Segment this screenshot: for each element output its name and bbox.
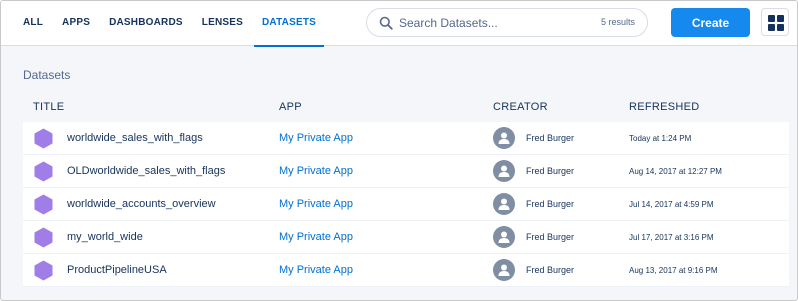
creator-name: Fred Burger: [526, 232, 575, 242]
refreshed-time: Aug 13, 2017 at 9:16 PM: [629, 266, 718, 275]
result-count: 5 results: [600, 17, 635, 27]
section-title: Datasets: [23, 68, 71, 82]
table-row[interactable]: OLDworldwide_sales_with_flags My Private…: [23, 155, 789, 188]
dataset-hexagon-icon: [33, 227, 54, 248]
tab-datasets[interactable]: DATASETS: [253, 1, 325, 47]
creator-name: Fred Burger: [526, 133, 575, 143]
table-row[interactable]: worldwide_sales_with_flags My Private Ap…: [23, 122, 789, 155]
dataset-hexagon-icon: [33, 161, 54, 182]
refreshed-time: Jul 17, 2017 at 3:16 PM: [629, 233, 714, 242]
dataset-hexagon-icon: [33, 128, 54, 149]
app-link[interactable]: My Private App: [279, 198, 353, 210]
dataset-title-link[interactable]: OLDworldwide_sales_with_flags: [67, 165, 225, 177]
user-avatar-icon: [493, 193, 515, 215]
refreshed-time: Today at 1:24 PM: [629, 134, 692, 143]
refreshed-time: Jul 14, 2017 at 4:59 PM: [629, 200, 714, 209]
app-link[interactable]: My Private App: [279, 264, 353, 276]
tab-dashboards[interactable]: DASHBOARDS: [109, 1, 183, 46]
dataset-hexagon-icon: [33, 260, 54, 281]
dataset-title-link[interactable]: worldwide_sales_with_flags: [67, 132, 203, 144]
column-header-creator[interactable]: CREATOR: [493, 101, 548, 113]
column-header-title[interactable]: TITLE: [33, 101, 64, 113]
search-icon: [379, 16, 393, 30]
user-avatar-icon: [493, 259, 515, 281]
search-box[interactable]: 5 results: [366, 8, 648, 37]
table-row[interactable]: ProductPipelineUSA My Private App Fred B…: [23, 254, 789, 287]
dataset-hexagon-icon: [33, 194, 54, 215]
app-frame: ALL APPS DASHBOARDS LENSES DATASETS 5 re…: [0, 0, 798, 301]
app-link[interactable]: My Private App: [279, 231, 353, 243]
table-row[interactable]: worldwide_accounts_overview My Private A…: [23, 188, 789, 221]
top-header: ALL APPS DASHBOARDS LENSES DATASETS 5 re…: [1, 1, 797, 47]
user-avatar-icon: [493, 160, 515, 182]
column-header-refreshed[interactable]: REFRESHED: [629, 101, 700, 113]
tab-all[interactable]: ALL: [23, 1, 43, 46]
table-header: TITLE APP CREATOR REFRESHED: [23, 93, 789, 122]
table-body: worldwide_sales_with_flags My Private Ap…: [23, 122, 789, 287]
creator-name: Fred Burger: [526, 199, 575, 209]
dataset-title-link[interactable]: my_world_wide: [67, 231, 143, 243]
nav-tabs: ALL APPS DASHBOARDS LENSES DATASETS: [23, 1, 335, 47]
refreshed-time: Aug 14, 2017 at 12:27 PM: [629, 167, 722, 176]
column-header-app[interactable]: APP: [279, 101, 302, 113]
user-avatar-icon: [493, 226, 515, 248]
creator-name: Fred Burger: [526, 265, 575, 275]
dataset-title-link[interactable]: ProductPipelineUSA: [67, 264, 167, 276]
tab-apps[interactable]: APPS: [62, 1, 90, 46]
app-link[interactable]: My Private App: [279, 132, 353, 144]
tab-lenses[interactable]: LENSES: [202, 1, 243, 46]
datasets-table: TITLE APP CREATOR REFRESHED worldwide_sa…: [23, 93, 789, 287]
app-link[interactable]: My Private App: [279, 165, 353, 177]
grid-view-button[interactable]: [761, 8, 789, 36]
table-row[interactable]: my_world_wide My Private App Fred Burger…: [23, 221, 789, 254]
search-input[interactable]: [399, 13, 589, 33]
creator-name: Fred Burger: [526, 166, 575, 176]
dataset-title-link[interactable]: worldwide_accounts_overview: [67, 198, 216, 210]
user-avatar-icon: [493, 127, 515, 149]
create-button[interactable]: Create: [671, 8, 750, 37]
